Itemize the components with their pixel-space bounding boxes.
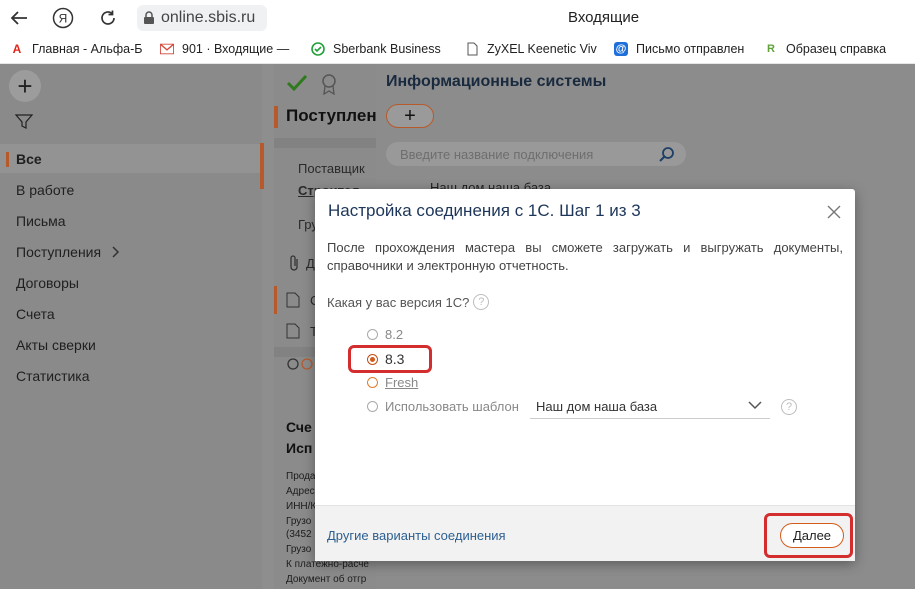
bookmark-mail[interactable]: @ Письмо отправлен bbox=[614, 42, 749, 56]
search-icon[interactable] bbox=[658, 146, 676, 164]
sidebar-item-all[interactable]: Все bbox=[16, 151, 42, 167]
next-button[interactable]: Далее bbox=[780, 523, 844, 548]
doc-line: Документ об отгр bbox=[286, 574, 367, 585]
svg-text:Я: Я bbox=[59, 12, 68, 26]
radio-fresh[interactable] bbox=[367, 377, 378, 388]
rdb-logo-icon: R bbox=[767, 43, 775, 55]
certificate-icon[interactable] bbox=[320, 73, 338, 95]
template-select[interactable]: Наш дом наша база bbox=[530, 395, 770, 419]
doc-line: (3452 bbox=[286, 529, 312, 540]
option-fresh[interactable]: Fresh bbox=[367, 375, 418, 390]
browser-toolbar: Я online.sbis.ru Входящие bbox=[0, 0, 915, 36]
option-8-2[interactable]: 8.2 bbox=[367, 327, 403, 342]
app-area: + Все В работе Письма Поступления Догово… bbox=[0, 64, 915, 589]
bookmark-sberbank[interactable]: Sberbank Business bbox=[311, 42, 449, 56]
paperclip-icon[interactable] bbox=[288, 254, 300, 272]
chevron-right-icon bbox=[112, 246, 120, 258]
version-question: Какая у вас версия 1С? ? bbox=[327, 294, 490, 310]
xml-file-icon-2 bbox=[286, 323, 300, 339]
doc-line: Грузо bbox=[286, 544, 312, 555]
supplier-label: Поставщик bbox=[298, 161, 365, 176]
sidebar-item-in-work[interactable]: В работе bbox=[16, 182, 74, 198]
create-button[interactable]: + bbox=[9, 70, 41, 102]
checkmark-icon[interactable] bbox=[286, 74, 308, 92]
doc-title-line2: Исп bbox=[286, 440, 313, 456]
doc-line: ИНН/К bbox=[286, 501, 317, 512]
sidebar-item-letters[interactable]: Письма bbox=[16, 213, 66, 229]
lock-icon bbox=[144, 11, 154, 24]
sidebar-item-statistics[interactable]: Статистика bbox=[16, 368, 90, 384]
address-bar[interactable]: online.sbis.ru bbox=[137, 5, 267, 31]
sberbank-icon bbox=[311, 42, 325, 56]
doc-line: Грузо bbox=[286, 516, 312, 527]
sidebar-item-contracts[interactable]: Договоры bbox=[16, 275, 79, 291]
close-icon[interactable] bbox=[825, 203, 843, 221]
connection-setup-dialog: Настройка соединения с 1С. Шаг 1 из 3 По… bbox=[315, 189, 855, 561]
back-arrow-icon[interactable] bbox=[8, 7, 30, 29]
sidebar: + Все В работе Письма Поступления Догово… bbox=[0, 64, 264, 589]
filter-icon[interactable] bbox=[14, 114, 34, 133]
doc-line: Прода bbox=[286, 471, 316, 482]
dialog-description: После прохождения мастера вы сможете заг… bbox=[327, 240, 843, 273]
dialog-footer: Другие варианты соединения Далее bbox=[315, 505, 855, 561]
dialog-title: Настройка соединения с 1С. Шаг 1 из 3 bbox=[328, 201, 641, 220]
document-icon bbox=[465, 42, 479, 56]
bookmark-zyxel[interactable]: ZyXEL Keenetic Viv bbox=[465, 42, 600, 56]
radio-8-2[interactable] bbox=[367, 329, 378, 340]
doc-title-line1: Сче bbox=[286, 419, 312, 435]
info-systems-title: Информационные системы bbox=[386, 73, 607, 90]
connection-search-input[interactable]: Введите название подключения bbox=[386, 142, 686, 166]
doc-selected-accent bbox=[274, 286, 277, 314]
radio-template[interactable] bbox=[367, 401, 378, 412]
sidebar-item-invoices[interactable]: Счета bbox=[16, 306, 55, 322]
document-header: Поступлен bbox=[286, 106, 377, 125]
add-connection-button[interactable]: + bbox=[386, 104, 434, 128]
header-accent bbox=[274, 106, 278, 128]
at-sign-icon: @ bbox=[614, 42, 628, 56]
xml-file-icon bbox=[286, 292, 300, 308]
option-template[interactable]: Использовать шаблон bbox=[367, 399, 519, 414]
url-text: online.sbis.ru bbox=[161, 9, 256, 26]
other-options-link[interactable]: Другие варианты соединения bbox=[327, 528, 506, 543]
panel-separator bbox=[274, 138, 376, 148]
bookmarks-bar: A Главная - Альфа-Б 901 · Входящие — Sbe… bbox=[0, 36, 915, 64]
bookmark-alfa[interactable]: A Главная - Альфа-Б bbox=[10, 42, 145, 56]
sidebar-active-marker bbox=[6, 152, 9, 167]
doc-line: Адрес bbox=[286, 486, 315, 497]
bookmark-obrazec[interactable]: R Образец справка bbox=[764, 42, 904, 56]
highlight-8-3 bbox=[348, 345, 432, 373]
help-icon[interactable]: ? bbox=[473, 294, 490, 310]
gmail-icon bbox=[160, 42, 174, 56]
bookmark-gmail[interactable]: 901 · Входящие — bbox=[160, 42, 295, 56]
reload-icon[interactable] bbox=[97, 7, 119, 29]
certificate-icons bbox=[287, 358, 313, 370]
sidebar-scroll-accent bbox=[260, 143, 264, 189]
template-help-icon[interactable]: ? bbox=[781, 399, 797, 415]
page-title: Входящие bbox=[568, 9, 640, 26]
attach-label: Д bbox=[306, 256, 315, 271]
sidebar-item-incoming[interactable]: Поступления bbox=[16, 244, 121, 260]
sidebar-item-reconciliation[interactable]: Акты сверки bbox=[16, 337, 96, 353]
alfa-logo-icon: A bbox=[12, 42, 22, 56]
chevron-down-icon[interactable] bbox=[748, 400, 762, 410]
yandex-icon[interactable]: Я bbox=[52, 7, 74, 29]
